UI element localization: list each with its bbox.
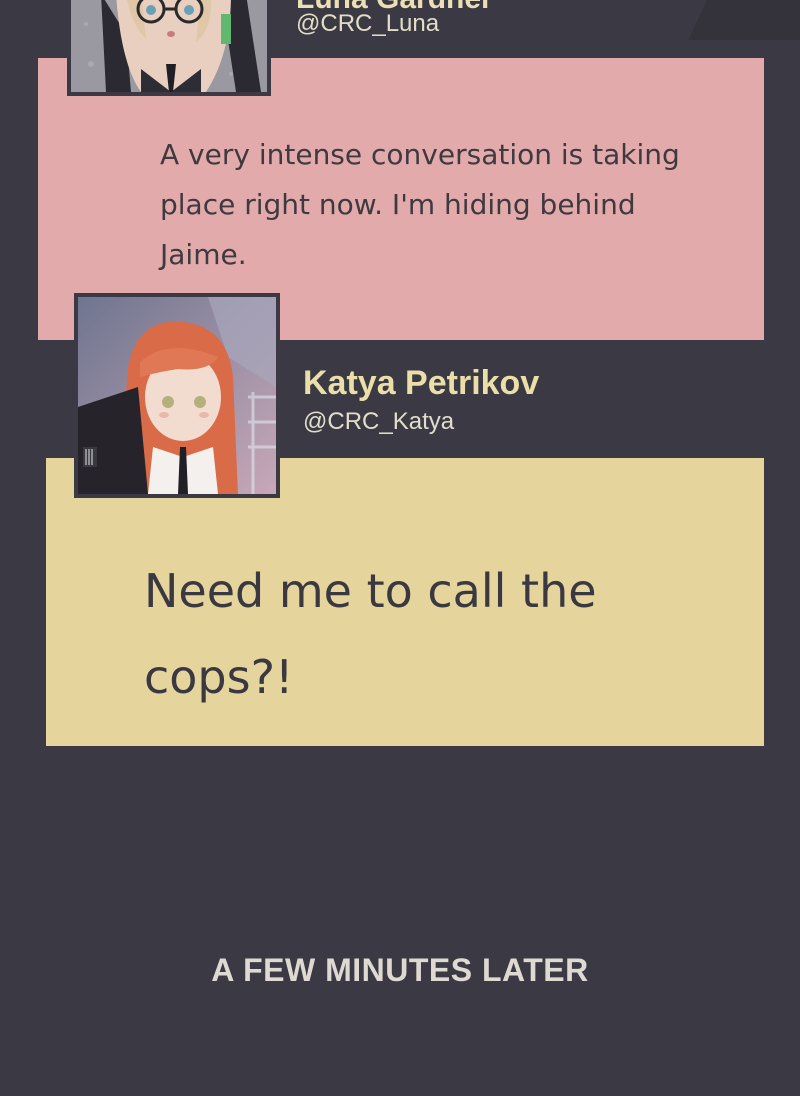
luna-avatar-illustration — [71, 0, 267, 92]
time-skip-caption: A FEW MINUTES LATER — [211, 952, 589, 988]
luna-handle[interactable]: @CRC_Luna — [296, 10, 439, 38]
katya-display-name: Katya Petrikov — [303, 364, 540, 402]
background-shading — [688, 0, 800, 40]
katya-handle[interactable]: @CRC_Katya — [303, 408, 454, 436]
katya-avatar[interactable] — [74, 293, 280, 498]
luna-avatar[interactable] — [67, 0, 271, 96]
katya-avatar-illustration — [78, 297, 276, 494]
luna-message-text: A very intense conversation is taking pl… — [160, 138, 680, 271]
katya-message-text: Need me to call the cops?! — [144, 564, 597, 704]
